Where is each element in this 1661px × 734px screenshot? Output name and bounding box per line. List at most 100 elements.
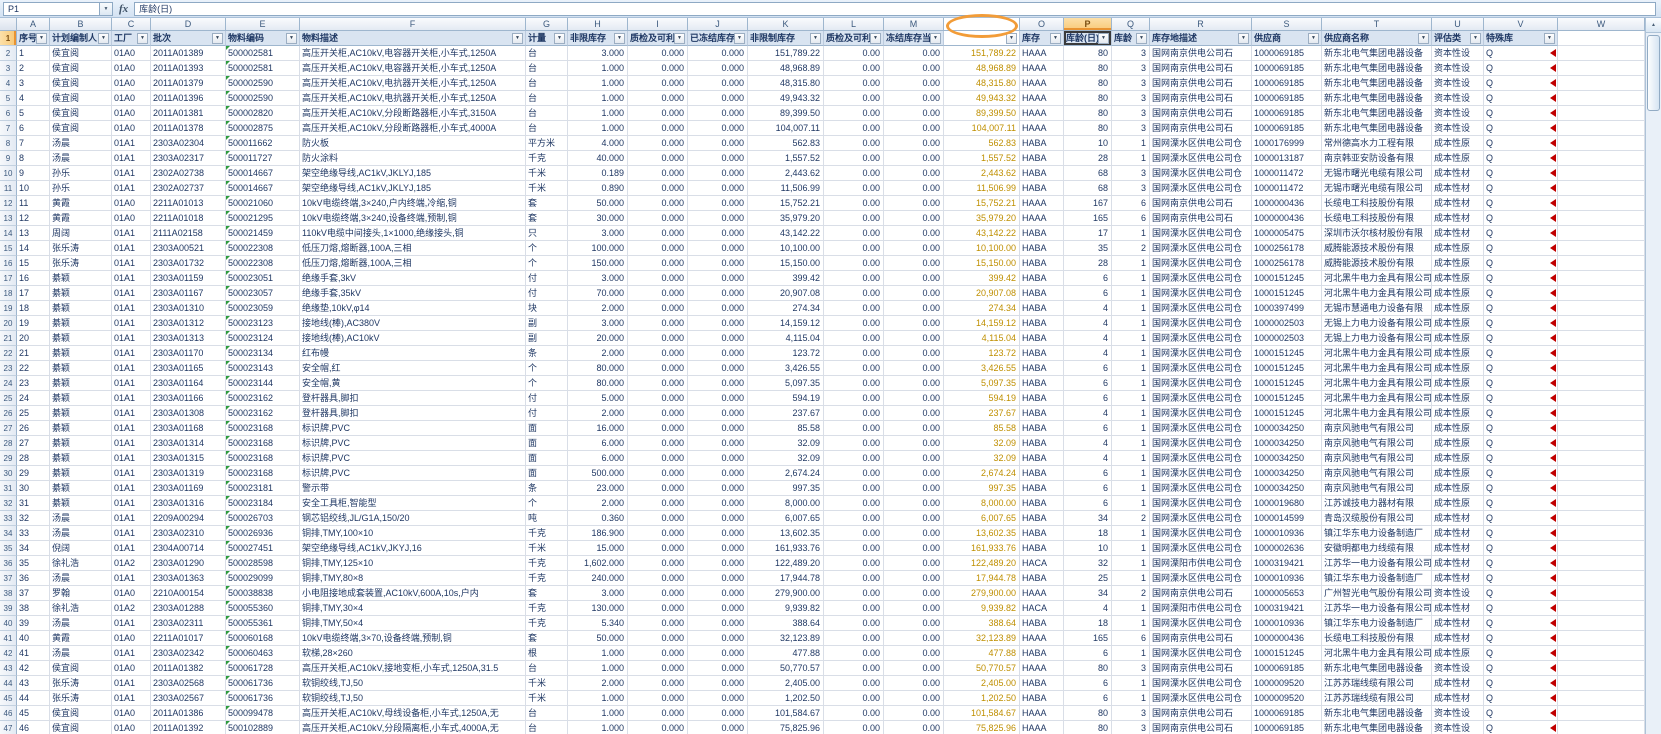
cell[interactable]: 6: [17, 121, 50, 136]
cell[interactable]: 成本性原: [1432, 301, 1484, 316]
cell[interactable]: 0.00: [884, 646, 944, 661]
cell[interactable]: 3.000: [568, 46, 628, 61]
cell[interactable]: 6: [1064, 271, 1112, 286]
row-header-17[interactable]: 17: [0, 271, 17, 286]
cell[interactable]: 0.000: [688, 361, 748, 376]
cell[interactable]: 副: [526, 316, 568, 331]
cell[interactable]: 高压开关柜,AC10kV,分段断路器柜,小车式,3150A: [300, 106, 526, 121]
cell[interactable]: 1000010936: [1252, 616, 1322, 631]
cell[interactable]: 0.00: [884, 481, 944, 496]
cell[interactable]: 3: [1112, 721, 1150, 734]
cell[interactable]: 3,426.55: [944, 361, 1020, 376]
cell[interactable]: 8,000.00: [944, 496, 1020, 511]
cell[interactable]: 绝缘垫,10kV,φ14: [300, 301, 526, 316]
cell[interactable]: 31: [17, 496, 50, 511]
cell[interactable]: 3: [1112, 91, 1150, 106]
cell[interactable]: [1558, 466, 1645, 481]
cell[interactable]: 75,825.96: [944, 721, 1020, 734]
cell[interactable]: 500023057: [226, 286, 300, 301]
cell[interactable]: 997.35: [944, 481, 1020, 496]
cell[interactable]: 1000397499: [1252, 301, 1322, 316]
cell[interactable]: 0.00: [884, 346, 944, 361]
cell[interactable]: 警示带: [300, 481, 526, 496]
cell[interactable]: HABA: [1020, 526, 1064, 541]
row-header-38[interactable]: 38: [0, 586, 17, 601]
cell[interactable]: 无锡上力电力设备有限公司: [1322, 316, 1432, 331]
cell[interactable]: Q: [1484, 226, 1558, 241]
cell[interactable]: 南京风驰电气有限公司: [1322, 451, 1432, 466]
cell[interactable]: 张乐涛: [50, 676, 112, 691]
cell[interactable]: HABA: [1020, 541, 1064, 556]
cell[interactable]: 2011A01393: [151, 61, 226, 76]
cell[interactable]: 161,933.76: [748, 541, 824, 556]
cell[interactable]: Q: [1484, 481, 1558, 496]
cell[interactable]: 0.00: [824, 331, 884, 346]
cell[interactable]: 13,602.35: [748, 526, 824, 541]
cell[interactable]: 0.000: [688, 181, 748, 196]
cell[interactable]: 绝缘手套,35kV: [300, 286, 526, 301]
cell[interactable]: 0.00: [884, 211, 944, 226]
cell[interactable]: 500022308: [226, 256, 300, 271]
cell[interactable]: [1558, 421, 1645, 436]
cell[interactable]: HABA: [1020, 166, 1064, 181]
cell[interactable]: [1558, 481, 1645, 496]
cell[interactable]: 0.000: [628, 241, 688, 256]
cell[interactable]: [1558, 31, 1645, 46]
cell[interactable]: 高压开关柜,AC10kV,电容器开关柜,小车式,1250A: [300, 61, 526, 76]
cell[interactable]: 江苏苏瑞线缆有限公司: [1322, 676, 1432, 691]
cell[interactable]: 11,506.99: [944, 181, 1020, 196]
cell[interactable]: 2303A01166: [151, 391, 226, 406]
cell[interactable]: 3: [1112, 61, 1150, 76]
cell[interactable]: 1,557.52: [748, 151, 824, 166]
cell[interactable]: 高压开关柜,AC10kV,电抗器开关柜,小车式,1250A: [300, 76, 526, 91]
cell[interactable]: 国网南京供电公司石: [1150, 61, 1252, 76]
cell[interactable]: 1.000: [568, 91, 628, 106]
cell[interactable]: 2209A00294: [151, 511, 226, 526]
cell[interactable]: 4: [1064, 331, 1112, 346]
cell[interactable]: 2210A00154: [151, 586, 226, 601]
cell[interactable]: 1000002503: [1252, 331, 1322, 346]
cell[interactable]: 32: [1064, 556, 1112, 571]
cell[interactable]: 2: [17, 61, 50, 76]
cell[interactable]: [1558, 496, 1645, 511]
cell[interactable]: 新东北电气集团电器设备: [1322, 661, 1432, 676]
row-header-36[interactable]: 36: [0, 556, 17, 571]
cell[interactable]: 1000005653: [1252, 586, 1322, 601]
cell[interactable]: 500.000: [568, 466, 628, 481]
filter-dropdown-icon[interactable]: ▼: [1418, 33, 1429, 44]
cell[interactable]: Q: [1484, 256, 1558, 271]
cell[interactable]: 成本性原: [1432, 376, 1484, 391]
cell[interactable]: 侯宜阅: [50, 721, 112, 734]
cell[interactable]: 6: [1064, 481, 1112, 496]
cell[interactable]: 2211A01013: [151, 196, 226, 211]
cell[interactable]: 0.000: [628, 691, 688, 706]
cell[interactable]: 千克: [526, 151, 568, 166]
cell[interactable]: 46: [17, 721, 50, 734]
cell[interactable]: 国网溧水区供电公司仓: [1150, 421, 1252, 436]
cell[interactable]: HABA: [1020, 511, 1064, 526]
cell[interactable]: 张乐涛: [50, 241, 112, 256]
cell[interactable]: 80: [1064, 721, 1112, 734]
cell[interactable]: 80: [1064, 661, 1112, 676]
cell[interactable]: 成本性原: [1432, 346, 1484, 361]
cell[interactable]: 2303A01316: [151, 496, 226, 511]
cell[interactable]: HAAA: [1020, 631, 1064, 646]
cell[interactable]: 0.000: [628, 481, 688, 496]
cell[interactable]: 500099478: [226, 706, 300, 721]
cell[interactable]: 平方米: [526, 136, 568, 151]
cell[interactable]: 江苏诚技电力器材有限: [1322, 496, 1432, 511]
cell[interactable]: 6: [1112, 211, 1150, 226]
cell[interactable]: 388.64: [944, 616, 1020, 631]
cell[interactable]: 5.000: [568, 391, 628, 406]
filter-dropdown-icon[interactable]: ▼: [1308, 33, 1319, 44]
cell[interactable]: 汤晨: [50, 571, 112, 586]
cell[interactable]: 国网南京供电公司石: [1150, 121, 1252, 136]
cell[interactable]: Q: [1484, 121, 1558, 136]
cell[interactable]: 1000013187: [1252, 151, 1322, 166]
cell[interactable]: 1000034250: [1252, 481, 1322, 496]
cell[interactable]: 5.340: [568, 616, 628, 631]
cell[interactable]: 2303A01363: [151, 571, 226, 586]
cell[interactable]: 500014667: [226, 166, 300, 181]
cell[interactable]: Q: [1484, 676, 1558, 691]
cell[interactable]: 成本性原: [1432, 361, 1484, 376]
